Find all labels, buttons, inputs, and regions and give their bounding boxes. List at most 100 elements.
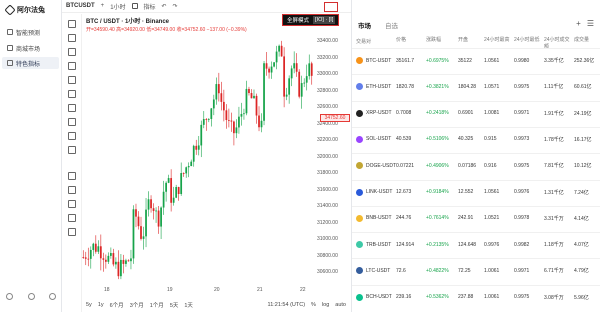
col-price[interactable]: 价格 (396, 36, 426, 46)
tab-watchlist[interactable]: 自选 (385, 20, 398, 30)
logo[interactable]: 阿尔法兔 (4, 4, 45, 16)
time-tick: 22 (300, 287, 306, 293)
turnover-cell: 1.78千亿 (544, 136, 564, 143)
timeframe-5d[interactable]: 5天 (170, 301, 179, 309)
pair-cell: LTC-USDT (352, 267, 396, 275)
col-open[interactable]: 开盘 (458, 36, 484, 46)
candle-body (283, 56, 286, 97)
candle-body (120, 259, 122, 277)
timeframe-1y[interactable]: 1y (98, 302, 104, 308)
coin-icon (356, 241, 363, 249)
time-axis[interactable]: 18 19 20 21 22 (82, 287, 313, 295)
table-row[interactable]: SOL-USDT 40.539 +0.5106% 40.325 0.915 0.9973 1… (352, 126, 600, 151)
table-row[interactable]: BTC-USDT 35161.7 +0.6975% 35122 1.0561 0.9980… (352, 48, 600, 72)
visibility-icon[interactable] (68, 200, 76, 208)
fullscreen-button[interactable] (324, 2, 338, 12)
candle-body (210, 108, 213, 119)
turnover-cell: 7.81千亿 (544, 163, 564, 170)
tree-icon[interactable] (68, 228, 76, 236)
current-price-tag: 34752.60 (320, 114, 350, 122)
interval-select[interactable]: 1小时 (110, 2, 125, 11)
low-cell: 0.9976 (514, 189, 530, 195)
magnet-icon[interactable] (68, 172, 76, 180)
table-row[interactable]: ETH-USDT 1820.78 +0.3821% 1804.28 1.0571 0.99… (352, 74, 600, 98)
zoom-out-icon[interactable] (68, 146, 76, 154)
timeframe-1m[interactable]: 1个月 (150, 301, 164, 309)
help-icon[interactable] (49, 293, 56, 300)
candle-body (92, 243, 95, 250)
table-row[interactable]: XRP-USDT 0.7008 +0.2418% 0.6901 1.0081 0.9971… (352, 100, 600, 125)
turnover-cell: 3.08千万 (544, 294, 564, 301)
nav-item-indicators[interactable]: 特色指标 (2, 57, 59, 69)
pair-cell: TRB-USDT (352, 241, 396, 249)
high-cell: 1.0081 (484, 110, 500, 117)
undo-icon[interactable]: ↶ (162, 3, 167, 10)
volume-cell: 10.12亿 (574, 163, 592, 170)
timeframe-5y[interactable]: 5y (86, 302, 92, 308)
coin-icon (356, 109, 363, 117)
trendline-icon[interactable] (68, 34, 76, 42)
candle-body (82, 257, 85, 259)
price-tick: 31000.00 (317, 236, 338, 242)
indicators-button[interactable]: 指标 (144, 2, 156, 11)
tab-market[interactable]: 市场 (358, 20, 371, 30)
market-icon (7, 45, 13, 51)
candle-body (195, 145, 198, 150)
col-volume[interactable]: 成交量 (574, 36, 600, 46)
col-high[interactable]: 24小时最高 (484, 36, 514, 46)
candle-body (298, 71, 301, 97)
log-toggle[interactable]: log (322, 302, 329, 308)
table-row[interactable]: LINK-USDT 12.673 +0.9184% 12.552 1.0561 0.997… (352, 179, 600, 204)
candle-body (200, 124, 203, 146)
timeframe-1d[interactable]: 1天 (184, 301, 193, 309)
symbol-search[interactable]: BTCUSDT (66, 3, 95, 9)
brush-icon[interactable] (68, 62, 76, 70)
table-row[interactable]: TRB-USDT 124.914 +0.2135% 124.648 0.9976 0.99… (352, 232, 600, 256)
pattern-icon[interactable] (68, 90, 76, 98)
price-axis[interactable]: 33400.00 33200.00 33000.00 32800.00 32600.00… (313, 34, 343, 284)
col-turnover[interactable]: 24小时成交额 (544, 36, 574, 50)
candlestick-chart[interactable] (82, 34, 313, 284)
ruler-icon[interactable] (68, 118, 76, 126)
nav-item-prediction[interactable]: 智能预测 (2, 26, 59, 38)
table-row[interactable]: LTC-USDT 72.6 +0.4822% 72.25 1.0061 0.9971 6.7… (352, 258, 600, 282)
pair-cell: SOL-USDT (352, 135, 396, 143)
low-cell: 0.9971 (514, 110, 530, 117)
candle-body (127, 260, 130, 262)
col-low[interactable]: 24小时最低 (514, 36, 544, 46)
lock-icon[interactable] (68, 186, 76, 194)
table-row[interactable]: BNB-USDT 244.76 +0.7614% 242.91 1.0521 0.9978… (352, 205, 600, 230)
table-row[interactable]: DOGE-USDT 0.07221 +0.4906% 0.07186 0.916 0.99… (352, 153, 600, 177)
fib-icon[interactable] (68, 48, 76, 56)
zoom-in-icon[interactable] (68, 132, 76, 140)
percent-toggle[interactable]: % (311, 302, 316, 308)
chart-type-icon[interactable] (131, 3, 138, 9)
settings-icon[interactable]: ☰ (587, 19, 594, 28)
table-row[interactable]: BCH-USDT 239.16 +0.5362% 237.88 1.0061 0.9975… (352, 284, 600, 309)
drawing-toolbar (62, 14, 82, 312)
timeframe-6m[interactable]: 6个月 (110, 301, 124, 309)
delete-icon[interactable] (68, 214, 76, 222)
volume-cell: 16.17亿 (574, 136, 592, 143)
add-symbol-icon[interactable]: + (101, 3, 105, 9)
theme-icon[interactable] (27, 293, 35, 300)
crosshair-icon[interactable] (68, 20, 76, 28)
nav-item-market[interactable]: 商城市场 (2, 42, 59, 54)
timeframe-3m[interactable]: 3个月 (130, 301, 144, 309)
candle-body (172, 197, 175, 203)
add-icon[interactable]: + (576, 19, 581, 28)
candle-body (265, 63, 268, 69)
candle-body (285, 94, 288, 97)
price-tick: 30600.00 (317, 269, 338, 275)
open-cell: 242.91 (458, 215, 474, 222)
col-pair[interactable]: 交易对 (352, 36, 396, 46)
redo-icon[interactable]: ↷ (173, 3, 178, 10)
auto-toggle[interactable]: auto (335, 302, 346, 308)
measure-icon[interactable] (68, 104, 76, 112)
settings-icon[interactable] (6, 293, 13, 300)
col-change[interactable]: 涨跌幅 (426, 36, 458, 46)
text-icon[interactable] (68, 76, 76, 84)
time-tick: 20 (214, 287, 220, 293)
candle-body (275, 51, 278, 63)
logo-text: 阿尔法兔 (17, 7, 45, 14)
